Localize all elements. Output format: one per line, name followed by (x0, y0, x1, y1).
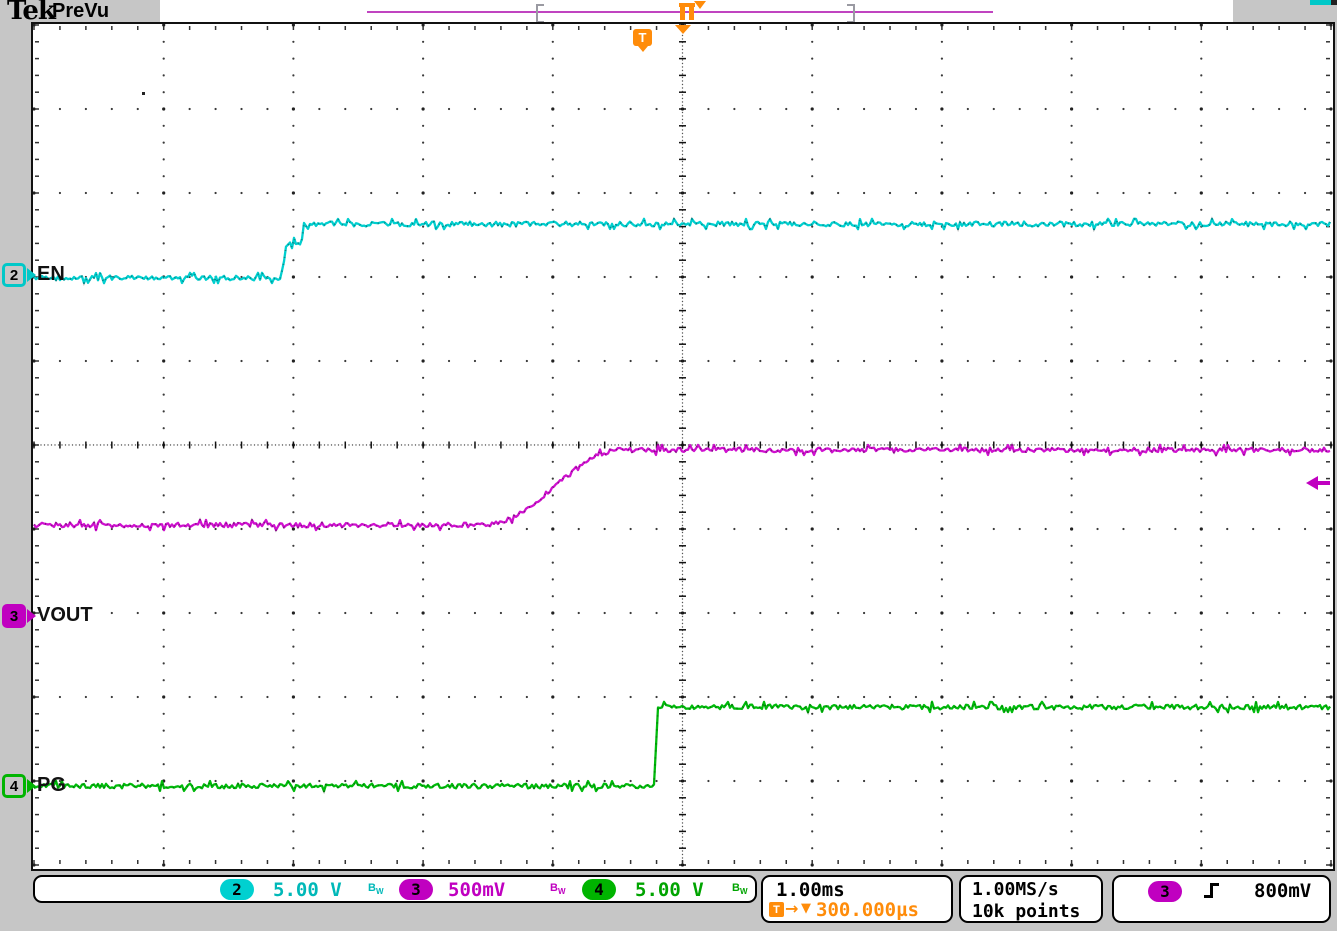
trigger-position-triangle-icon (694, 1, 706, 9)
sample-rate-readout: 1.00MS/s (972, 879, 1059, 900)
horizontal-readout-box: 1.00ms T → ▼ 300.000µs (761, 875, 953, 923)
delay-arrow-icon: → (785, 899, 798, 918)
channel-3-arrow-icon (27, 609, 36, 623)
trigger-time-triangle-icon (675, 25, 691, 34)
channel-2-chip: 2 (220, 879, 254, 900)
channel-3-scale: 500mV (448, 879, 505, 901)
trigger-level-readout: 800mV (1254, 880, 1311, 902)
trigger-time-flag-tip (638, 46, 648, 52)
acquisition-mode-label: PreVu (52, 0, 109, 23)
channel-3-badge: 3 (2, 604, 26, 628)
trigger-position-bar-marker-icon (679, 3, 695, 21)
channel-2-reference-marker: 2 (2, 263, 38, 287)
channel-3-chip: 3 (399, 879, 433, 900)
channel-4-bandwidth-icon: BW (732, 882, 748, 896)
channel-2-arrow-icon (27, 268, 36, 282)
trigger-source-chip: 3 (1148, 881, 1182, 902)
channel-2-badge: 2 (2, 263, 26, 287)
corner-dash-cyan (1310, 0, 1331, 5)
channel-scale-readout-box: 2 5.00 V BW 3 500mV BW 4 5.00 V BW (33, 875, 757, 903)
trigger-readout-box: 3 800mV (1112, 875, 1331, 923)
corner-dash-dark (1331, 0, 1337, 5)
waveform-canvas (33, 24, 1333, 869)
channel-4-badge: 4 (2, 774, 26, 798)
trigger-delay-readout: 300.000µs (816, 899, 919, 921)
record-length-readout: 10k points (972, 901, 1080, 922)
window-bracket-left (536, 4, 544, 23)
channel-4-reference-marker: 4 (2, 774, 38, 798)
trigger-level-arrow-icon (1306, 476, 1332, 490)
channel-3-reference-marker: 3 (2, 604, 38, 628)
graticule (31, 22, 1335, 871)
acquisition-readout-box: 1.00MS/s 10k points (959, 875, 1103, 923)
channel-2-signal-label: EN (37, 263, 65, 286)
delay-triangle-icon: ▼ (801, 901, 811, 916)
timebase-readout: 1.00ms (776, 879, 845, 901)
trigger-delay-t-icon: T (769, 902, 784, 917)
channel-4-arrow-icon (27, 779, 36, 793)
channel-3-signal-label: VOUT (37, 604, 93, 627)
channel-2-scale: 5.00 V (273, 879, 342, 901)
channel-4-chip: 4 (582, 879, 616, 900)
channel-4-scale: 5.00 V (635, 879, 704, 901)
rising-edge-icon (1204, 881, 1221, 900)
screen-artifact-dot (142, 92, 145, 95)
channel-2-bandwidth-icon: BW (368, 882, 384, 896)
channel-4-signal-label: PG (37, 774, 66, 797)
window-bracket-right (847, 4, 855, 23)
trigger-time-flag-icon: T (633, 29, 652, 46)
channel-3-bandwidth-icon: BW (550, 882, 566, 896)
